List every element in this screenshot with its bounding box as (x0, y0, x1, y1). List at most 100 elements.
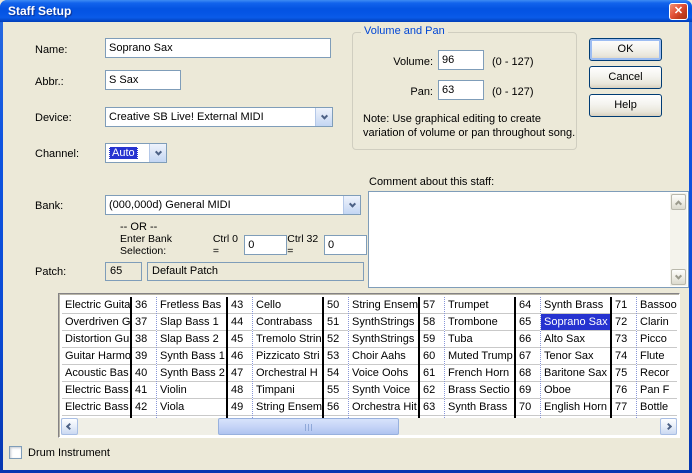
chevron-left-icon[interactable] (61, 418, 78, 435)
patch-number-cell[interactable]: 57 (420, 297, 444, 314)
patch-name-cell[interactable]: Electric Guita (62, 297, 130, 314)
patch-number-cell[interactable]: 41 (132, 382, 156, 399)
patch-name-cell[interactable]: Violin (157, 382, 226, 399)
patch-number-cell[interactable]: 76 (612, 382, 636, 399)
patch-name-cell[interactable]: Muted Trump (445, 348, 514, 365)
patch-number-cell[interactable]: 70 (516, 399, 540, 416)
patch-number-cell[interactable]: 61 (420, 365, 444, 382)
patch-name-cell[interactable]: SynthStrings (349, 314, 418, 331)
patch-number-cell[interactable]: 67 (516, 348, 540, 365)
patch-name-cell[interactable]: Guitar Harmo (62, 348, 130, 365)
patch-number-cell[interactable]: 36 (132, 297, 156, 314)
chevron-down-icon[interactable] (343, 196, 360, 214)
patch-number-cell[interactable]: 74 (612, 348, 636, 365)
patch-number-cell[interactable]: 53 (324, 348, 348, 365)
abbr-input[interactable] (105, 70, 181, 90)
patch-number-cell[interactable]: 37 (132, 314, 156, 331)
patch-number-cell[interactable]: 77 (612, 399, 636, 416)
patch-name-cell[interactable]: Bottle (637, 399, 677, 416)
patch-name-cell[interactable]: Orchestra Hit (349, 399, 418, 416)
patch-name-cell[interactable]: Cello (253, 297, 322, 314)
patch-name-cell[interactable]: Electric Bass (62, 399, 130, 416)
patch-name-cell[interactable]: Slap Bass 2 (157, 331, 226, 348)
device-combo[interactable]: Creative SB Live! External MIDI (105, 107, 333, 127)
volume-input[interactable] (438, 50, 484, 70)
patch-number-cell[interactable]: 62 (420, 382, 444, 399)
patch-number-cell[interactable]: 68 (516, 365, 540, 382)
patch-name-cell[interactable]: Fretless Bas (157, 297, 226, 314)
patch-name-cell[interactable]: String Ensem (253, 399, 322, 416)
patch-number-cell[interactable]: 66 (516, 331, 540, 348)
patch-name-cell[interactable]: Soprano Sax (541, 314, 610, 331)
patch-name-cell[interactable]: Picco (637, 331, 677, 348)
patch-name-cell[interactable]: Distortion Gui (62, 331, 130, 348)
ctrl0-input[interactable] (244, 235, 287, 255)
name-input[interactable] (105, 38, 331, 58)
scrollbar-thumb[interactable] (218, 418, 399, 435)
patch-name-cell[interactable]: Synth Brass (445, 399, 514, 416)
chevron-down-icon[interactable] (149, 144, 166, 162)
patch-name-cell[interactable]: Synth Bass 2 (157, 365, 226, 382)
patch-name-cell[interactable]: Orchestral H (253, 365, 322, 382)
patch-number-cell[interactable]: 44 (228, 314, 252, 331)
patch-name-cell[interactable]: Trumpet (445, 297, 514, 314)
patch-number-cell[interactable]: 46 (228, 348, 252, 365)
patch-number-cell[interactable]: 75 (612, 365, 636, 382)
patch-number-cell[interactable]: 45 (228, 331, 252, 348)
patch-number-cell[interactable]: 56 (324, 399, 348, 416)
pan-input[interactable] (438, 80, 484, 100)
comment-scrollbar[interactable] (670, 193, 687, 286)
patch-number-cell[interactable]: 47 (228, 365, 252, 382)
title-bar[interactable]: Staff Setup ✕ (0, 0, 692, 22)
patch-number-cell[interactable]: 71 (612, 297, 636, 314)
patch-name-cell[interactable]: English Horn (541, 399, 610, 416)
patch-number-cell[interactable]: 42 (132, 399, 156, 416)
cancel-button[interactable]: Cancel (589, 66, 662, 89)
ctrl32-input[interactable] (324, 235, 367, 255)
patch-number-cell[interactable]: 55 (324, 382, 348, 399)
patch-number-cell[interactable]: 43 (228, 297, 252, 314)
patch-table-scrollbar[interactable] (61, 418, 677, 435)
patch-name-cell[interactable]: Flute (637, 348, 677, 365)
ok-button[interactable]: OK (589, 38, 662, 61)
patch-name-cell[interactable]: Alto Sax (541, 331, 610, 348)
patch-name-cell[interactable]: Brass Sectio (445, 382, 514, 399)
patch-number-cell[interactable]: 49 (228, 399, 252, 416)
patch-name-cell[interactable]: French Horn (445, 365, 514, 382)
patch-name-cell[interactable]: SynthStrings (349, 331, 418, 348)
patch-number-cell[interactable]: 73 (612, 331, 636, 348)
channel-combo[interactable]: Auto (105, 143, 167, 163)
patch-name-cell[interactable]: Voice Oohs (349, 365, 418, 382)
patch-name-cell[interactable]: Recor (637, 365, 677, 382)
patch-name-cell[interactable]: String Ensem (349, 297, 418, 314)
patch-name-cell[interactable]: Choir Aahs (349, 348, 418, 365)
help-button[interactable]: Help (589, 94, 662, 117)
patch-number-cell[interactable]: 54 (324, 365, 348, 382)
patch-number-cell[interactable]: 72 (612, 314, 636, 331)
patch-name-cell[interactable]: Synth Brass (541, 297, 610, 314)
patch-number-cell[interactable]: 40 (132, 365, 156, 382)
patch-name-cell[interactable]: Acoustic Bas (62, 365, 130, 382)
patch-number-cell[interactable]: 38 (132, 331, 156, 348)
patch-number-cell[interactable]: 63 (420, 399, 444, 416)
patch-name-cell[interactable]: Timpani (253, 382, 322, 399)
patch-name-cell[interactable]: Electric Bass (62, 382, 130, 399)
patch-name-cell[interactable]: Overdriven G (62, 314, 130, 331)
patch-name-cell[interactable]: Contrabass (253, 314, 322, 331)
chevron-down-icon[interactable] (315, 108, 332, 126)
patch-number-cell[interactable]: 52 (324, 331, 348, 348)
patch-name-cell[interactable]: Clarin (637, 314, 677, 331)
patch-name-cell[interactable]: Tremolo Strin (253, 331, 322, 348)
patch-name-cell[interactable]: Trombone (445, 314, 514, 331)
patch-name-cell[interactable]: Pan F (637, 382, 677, 399)
patch-name-cell[interactable]: Bassoo (637, 297, 677, 314)
patch-number-cell[interactable]: 59 (420, 331, 444, 348)
chevron-down-icon[interactable] (671, 269, 686, 285)
patch-name-cell[interactable]: Oboe (541, 382, 610, 399)
patch-name-cell[interactable]: Synth Voice (349, 382, 418, 399)
patch-number-cell[interactable]: 50 (324, 297, 348, 314)
comment-textarea[interactable] (368, 191, 689, 288)
patch-number-cell[interactable]: 48 (228, 382, 252, 399)
patch-number-cell[interactable]: 64 (516, 297, 540, 314)
chevron-up-icon[interactable] (671, 194, 686, 210)
